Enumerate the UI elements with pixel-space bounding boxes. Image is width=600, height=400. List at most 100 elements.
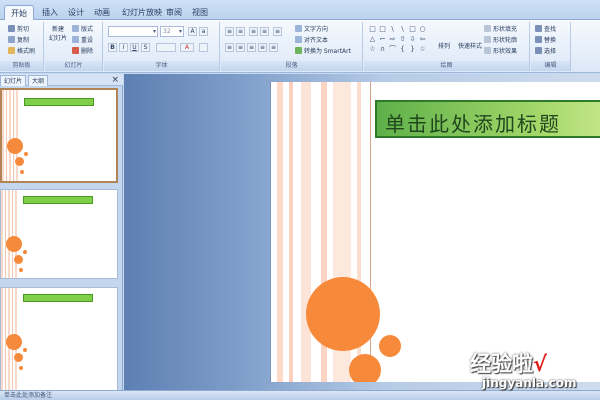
orange-circle [19,268,23,272]
star-shape-icon[interactable]: ☆ [368,45,377,53]
italic-button[interactable]: I [119,43,128,52]
editing-group-label: 编辑 [531,61,570,71]
orange-circle [7,138,23,154]
decrease-indent-button[interactable]: ≡ [249,27,258,36]
checkmark-icon: √ [533,352,548,376]
slide-thumbnail[interactable] [0,287,118,390]
orange-circle [6,334,22,350]
line-shape-icon[interactable]: \ [388,25,397,33]
font-name-dropdown[interactable] [108,26,158,37]
strikethrough-button[interactable]: S [141,43,150,52]
delete-icon [72,47,79,54]
orange-circle [379,335,401,357]
tab-view[interactable]: 视图 [186,5,214,20]
binoculars-icon [535,25,542,32]
font-group-label: 字体 [104,61,219,71]
arrow-shape-icon[interactable]: ⇩ [408,35,417,43]
ribbon: 剪切 复制 格式刷 剪贴板 新建 幻灯片 版式 重设 删除 幻灯片 32 A a… [0,20,600,73]
font-color-button[interactable]: A [180,43,194,52]
rectangle-shape-icon[interactable]: □ [378,25,387,33]
title-placeholder[interactable]: 单击此处添加标题 [375,100,600,138]
convert-smartart-button[interactable]: 转换为 SmartArt [295,47,351,57]
arrow-shape-icon[interactable]: ⇦ [418,35,427,43]
pen-icon [484,36,491,43]
font-size-dropdown[interactable]: 32 [160,26,184,37]
star-shape-icon[interactable]: ☆ [418,45,427,53]
tab-design[interactable]: 设计 [62,5,90,20]
align-right-button[interactable]: ≡ [247,43,256,52]
align-text-button[interactable]: 对齐文本 [295,36,328,46]
justify-button[interactable]: ≡ [258,43,267,52]
align-center-button[interactable]: ≡ [236,43,245,52]
paragraph-group-label: 段落 [221,61,362,71]
paragraph-group: ≡ ≡ ≡ ≡ ≡ ≡ ≡ ≡ ≡ ≡ 文字方向 对齐文本 转换为 SmartA… [221,22,363,71]
tab-review[interactable]: 审阅 [160,5,188,20]
delete-button[interactable]: 删除 [72,47,93,57]
format-painter-button[interactable]: 格式刷 [8,47,35,57]
arrow-shape-icon[interactable]: ⇧ [398,35,407,43]
curve-shape-icon[interactable]: ∩ [378,45,387,53]
select-button[interactable]: 选择 [535,47,556,57]
reset-button[interactable]: 重设 [72,36,93,46]
clipboard-group: 剪切 复制 格式刷 剪贴板 [0,22,44,71]
numbering-button[interactable]: ≡ [236,27,245,36]
layout-button[interactable]: 版式 [72,25,93,35]
thumbnail-stripes [2,90,18,181]
new-slide-button[interactable]: 新建 幻灯片 [49,25,67,53]
triangle-shape-icon[interactable]: △ [368,35,377,43]
shape-outline-button[interactable]: 形状轮廓 [484,36,517,46]
slide-thumbnails-pane[interactable] [0,86,123,390]
brace-shape-icon[interactable]: { [398,45,407,53]
char-spacing-button[interactable] [156,43,176,52]
thumbnail-title-bar [23,196,93,204]
close-icon[interactable]: × [111,74,119,86]
orange-circle [349,354,381,382]
text-direction-button[interactable]: 文字方向 [295,25,328,35]
rectangle-shape-icon[interactable]: □ [368,25,377,33]
grow-font-button[interactable]: A [188,27,197,36]
line-spacing-button[interactable]: ≡ [273,27,282,36]
increase-indent-button[interactable]: ≡ [260,27,269,36]
bullets-button[interactable]: ≡ [225,27,234,36]
clear-format-button[interactable] [199,43,208,52]
replace-button[interactable]: 替换 [535,36,556,46]
underline-button[interactable]: U [130,43,139,52]
cut-button[interactable]: 剪切 [8,25,29,35]
brush-icon [8,47,15,54]
slide-pane-tabs: 幻灯片 大纲 × [0,74,123,86]
shrink-font-button[interactable]: a [199,27,208,36]
fill-bucket-icon [484,25,491,32]
brace-shape-icon[interactable]: } [408,45,417,53]
quick-styles-button[interactable]: 快速样式 [458,42,482,54]
tab-outline[interactable]: 大纲 [28,75,49,86]
tab-insert[interactable]: 插入 [36,5,64,20]
copy-button[interactable]: 复制 [8,36,29,46]
watermark-url: jingyanla.com [482,376,577,390]
slide-thumbnail[interactable] [0,189,118,279]
tab-animations[interactable]: 动画 [88,5,116,20]
thumbnail-title-bar [24,98,94,106]
align-left-button[interactable]: ≡ [225,43,234,52]
find-button[interactable]: 查找 [535,25,556,35]
columns-button[interactable]: ≡ [269,43,278,52]
shape-fill-button[interactable]: 形状填充 [484,25,517,35]
watermark: 经验啦√ jingyanla.com [470,348,590,392]
line-shape-icon[interactable]: \ [398,25,407,33]
shape-effects-button[interactable]: 形状效果 [484,47,517,57]
rectangle-shape-icon[interactable]: □ [408,25,417,33]
slide-thumbnail[interactable] [0,88,118,183]
orange-circle [23,348,27,352]
tab-slides[interactable]: 幻灯片 [0,75,27,86]
slide-canvas[interactable]: 单击此处添加标题 [270,82,600,382]
arrow-shape-icon[interactable]: ⇨ [388,35,397,43]
orange-circle [24,152,28,156]
line-shape-icon[interactable]: ⌐ [378,35,387,43]
oval-shape-icon[interactable]: ○ [418,25,427,33]
tab-home[interactable]: 开始 [4,5,34,20]
clipboard-group-label: 剪贴板 [0,61,43,71]
slides-group-label: 幻灯片 [45,61,102,71]
bold-button[interactable]: B [108,43,117,52]
editing-group: 查找 替换 选择 编辑 [531,22,571,71]
arrange-button[interactable]: 排列 [438,42,450,54]
curve-shape-icon[interactable]: ⌒ [388,45,397,53]
